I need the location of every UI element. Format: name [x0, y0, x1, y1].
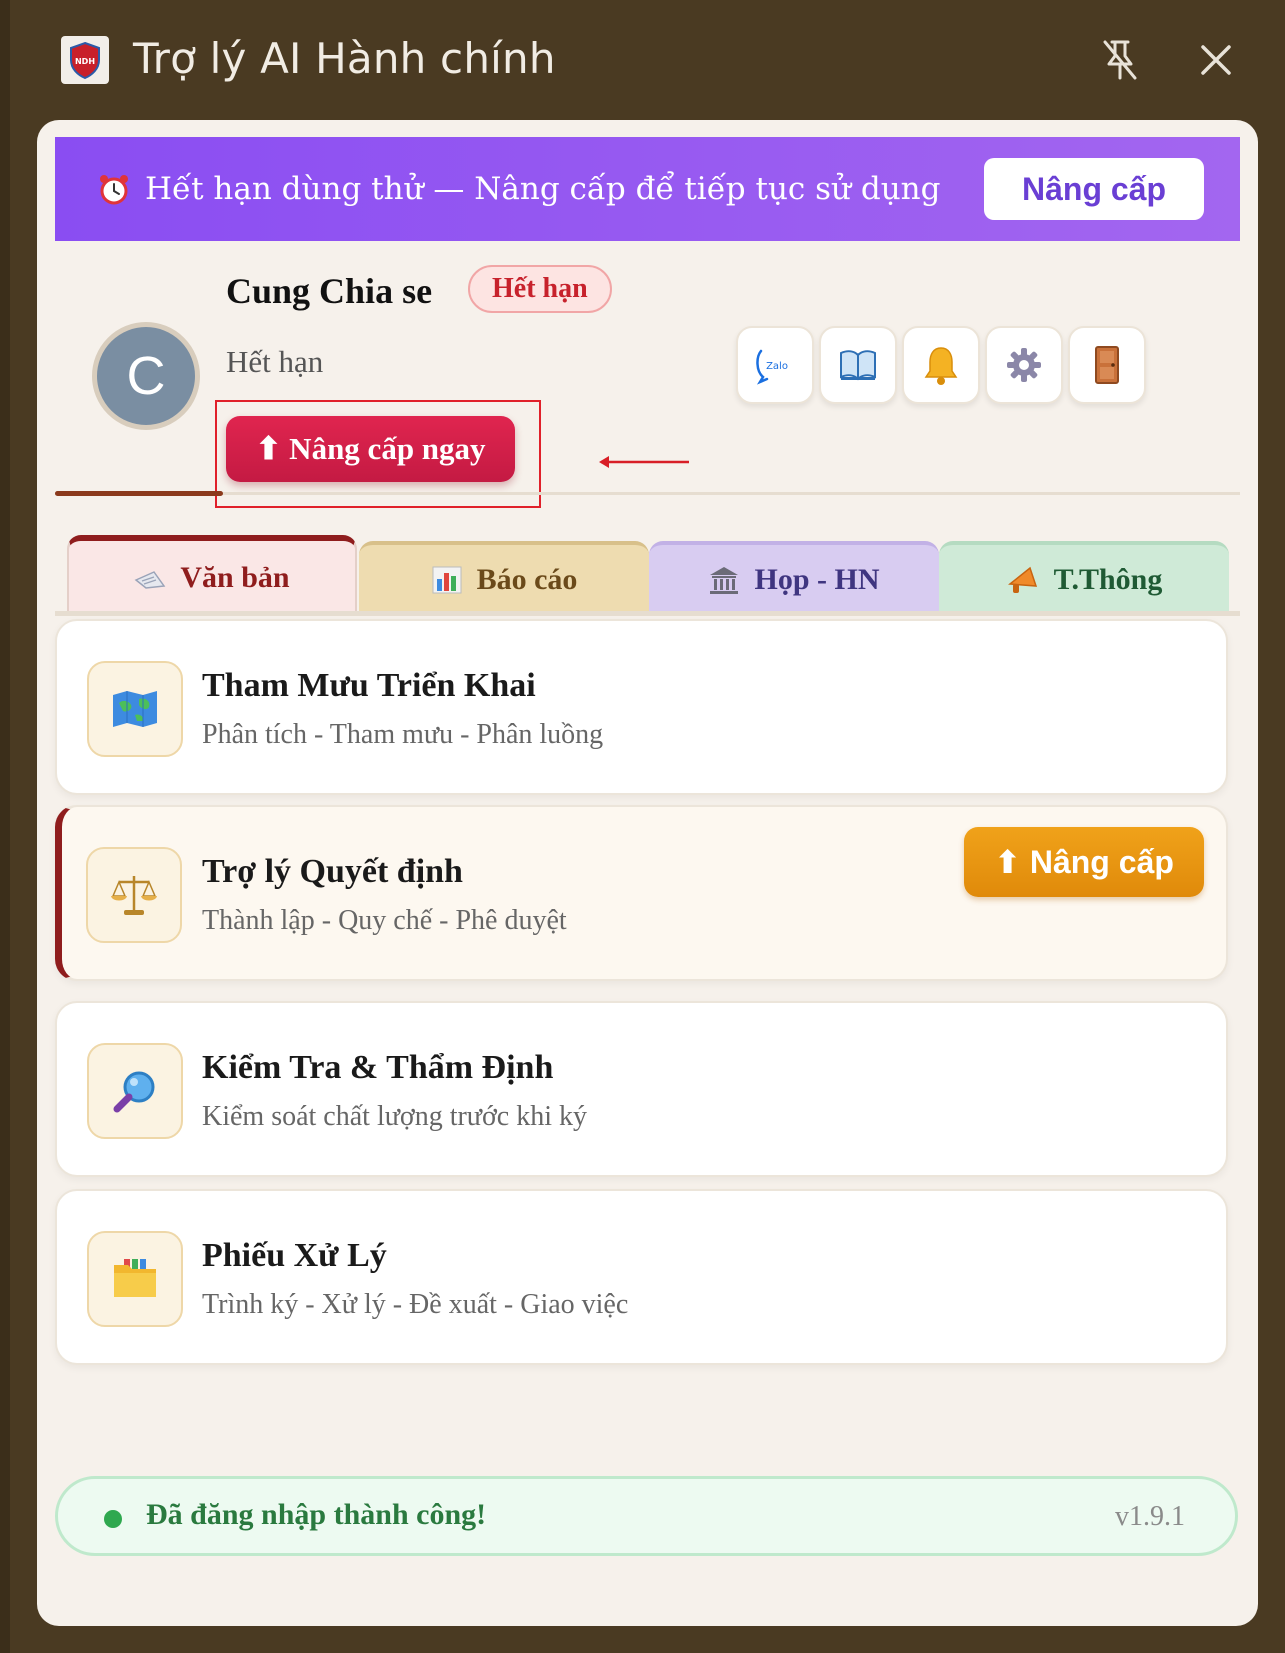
- tab-label: Văn bản: [180, 560, 290, 594]
- notifications-button[interactable]: [902, 326, 980, 404]
- card-title: Trợ lý Quyết định: [202, 853, 463, 890]
- pointer-arrow-icon: [599, 456, 689, 468]
- upgrade-now-button[interactable]: ⬆ Nâng cấp ngay: [226, 416, 515, 482]
- card-title: Tham Mưu Triển Khai: [202, 667, 536, 704]
- zalo-icon: Zalo: [756, 349, 788, 385]
- main-panel: Hết hạn dùng thử — Nâng cấp để tiếp tục …: [37, 120, 1258, 1626]
- unpin-button[interactable]: [1094, 34, 1146, 86]
- tab-label: T.Thông: [1053, 562, 1163, 596]
- tab-bao-cao[interactable]: Báo cáo: [359, 541, 649, 614]
- subscription-status: Hết hạn: [226, 344, 324, 379]
- card-title: Phiếu Xử Lý: [202, 1237, 387, 1274]
- status-badge: Hết hạn: [468, 265, 612, 313]
- gear-icon: [1007, 348, 1041, 382]
- settings-button[interactable]: [985, 326, 1063, 404]
- tab-baseline: [55, 611, 1240, 616]
- alarm-clock-icon: [100, 175, 128, 205]
- card-subtitle: Phân tích - Tham mưu - Phân luồng: [202, 719, 604, 750]
- app-title: Trợ lý AI Hành chính: [133, 34, 556, 83]
- guide-book-button[interactable]: [819, 326, 897, 404]
- card-title: Kiểm Tra & Thẩm Định: [202, 1049, 554, 1086]
- zalo-button[interactable]: Zalo: [736, 326, 814, 404]
- tab-t-thong[interactable]: T.Thông: [939, 541, 1229, 614]
- close-button[interactable]: [1190, 34, 1242, 86]
- app-logo: NDH: [61, 36, 109, 84]
- document-icon: [134, 566, 166, 590]
- app-version: v1.9.1: [1115, 1501, 1185, 1532]
- divider-accent: [55, 491, 223, 496]
- card-subtitle: Kiểm soát chất lượng trước khi ký: [202, 1101, 587, 1132]
- unpin-icon: [1103, 40, 1137, 80]
- building-icon: [708, 565, 740, 595]
- tab-label: Báo cáo: [476, 562, 578, 596]
- svg-text:NDH: NDH: [75, 57, 95, 66]
- tab-hop-hn[interactable]: Họp - HN: [649, 541, 939, 614]
- banner-upgrade-button[interactable]: Nâng cấp: [984, 158, 1204, 220]
- user-name: Cung Chia se: [226, 271, 433, 311]
- status-message: Đã đăng nhập thành công!: [146, 1498, 487, 1531]
- avatar: C: [92, 322, 200, 430]
- tab-label: Họp - HN: [754, 562, 880, 596]
- folder-icon: [87, 1231, 183, 1327]
- magnifier-icon: [87, 1043, 183, 1139]
- feature-card-kiem-tra[interactable]: Kiểm Tra & Thẩm Định Kiểm soát chất lượn…: [55, 1001, 1228, 1177]
- bell-icon: [924, 347, 958, 385]
- megaphone-icon: [1006, 564, 1040, 596]
- map-icon: [87, 661, 183, 757]
- card-upgrade-button[interactable]: ⬆ Nâng cấp: [964, 827, 1204, 897]
- banner-text: Hết hạn dùng thử — Nâng cấp để tiếp tục …: [145, 171, 941, 207]
- status-dot-icon: [104, 1510, 122, 1528]
- bar-chart-icon: [431, 565, 463, 595]
- title-bar: NDH Trợ lý AI Hành chính: [0, 0, 1285, 120]
- card-subtitle: Trình ký - Xử lý - Đề xuất - Giao việc: [202, 1289, 629, 1320]
- feature-card-quyet-dinh[interactable]: Trợ lý Quyết định Thành lập - Quy chế - …: [55, 805, 1228, 981]
- card-subtitle: Thành lập - Quy chế - Phê duyệt: [202, 905, 567, 936]
- tab-van-ban[interactable]: Văn bản: [67, 535, 357, 614]
- svg-text:Zalo: Zalo: [766, 361, 788, 372]
- feature-card-phieu-xu-ly[interactable]: Phiếu Xử Lý Trình ký - Xử lý - Đề xuất -…: [55, 1189, 1228, 1365]
- feature-card-tham-muu[interactable]: Tham Mưu Triển Khai Phân tích - Tham mưu…: [55, 619, 1228, 795]
- logout-button[interactable]: [1068, 326, 1146, 404]
- profile-divider: [55, 492, 1240, 495]
- trial-expired-banner: Hết hạn dùng thử — Nâng cấp để tiếp tục …: [55, 137, 1240, 241]
- book-icon: [840, 350, 876, 381]
- door-icon: [1095, 346, 1119, 384]
- left-edge-strip: [0, 0, 10, 1653]
- login-status-bar: Đã đăng nhập thành công! v1.9.1: [55, 1476, 1238, 1556]
- scales-icon: [86, 847, 182, 943]
- close-icon: [1201, 45, 1231, 75]
